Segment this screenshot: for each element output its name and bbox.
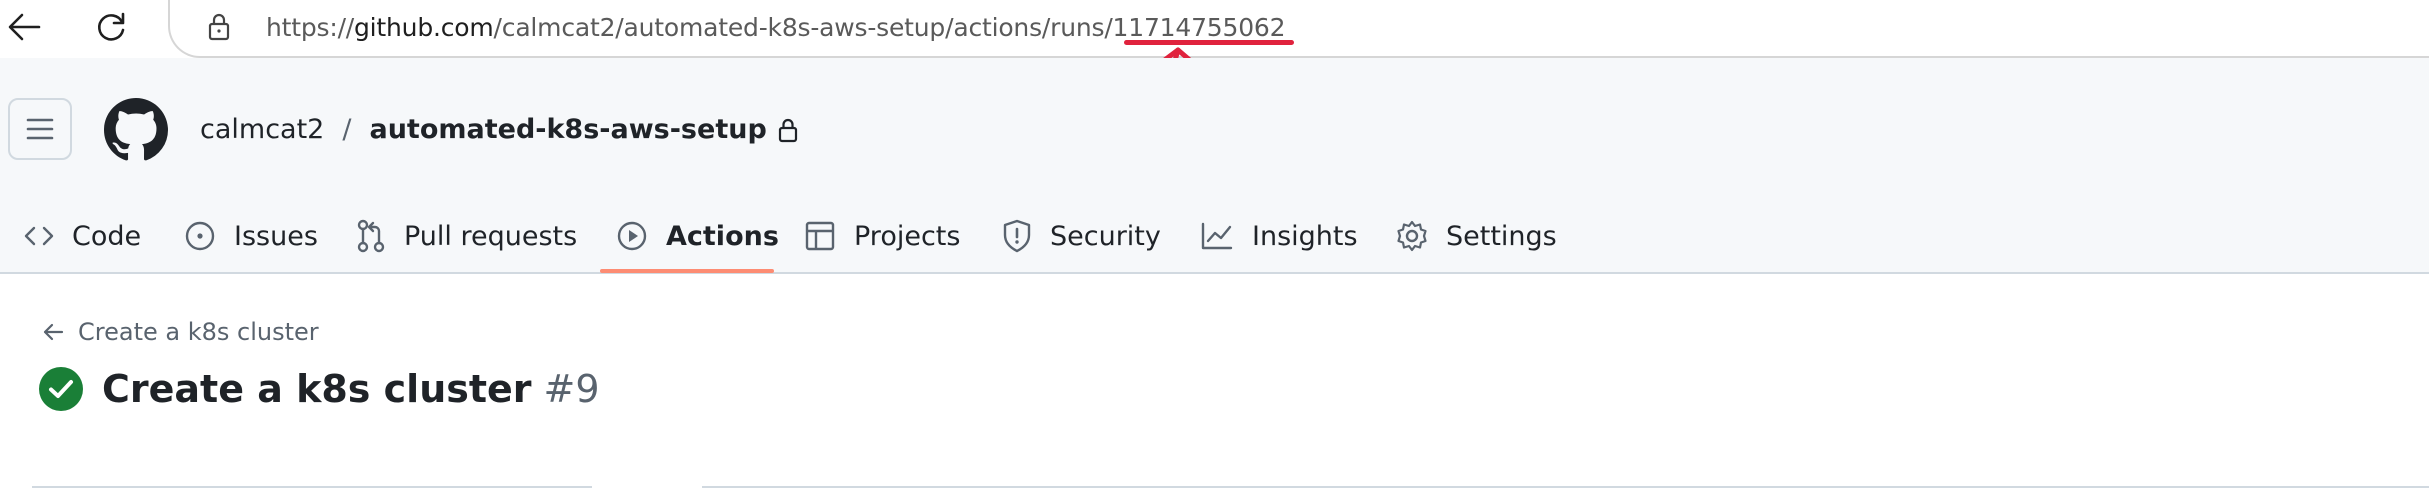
github-logo-icon[interactable]	[104, 98, 168, 162]
run-number: #9	[543, 367, 600, 411]
repo-breadcrumb: calmcat2 / automated-k8s-aws-setup	[200, 112, 799, 148]
url-run-id: 11714755062	[1112, 13, 1286, 42]
check-circle-fill-icon	[39, 367, 83, 411]
tab-pull-requests[interactable]: Pull requests	[356, 198, 577, 274]
run-title-text: Create a k8s cluster	[102, 367, 532, 411]
tab-projects[interactable]: Projects	[804, 198, 960, 274]
repo-nav-tabs: Code Issues Pull requests Actions Projec…	[0, 198, 2429, 274]
back-button[interactable]	[2, 5, 46, 49]
run-title: Create a k8s cluster #9	[38, 366, 600, 412]
table-icon	[805, 221, 835, 251]
tab-insights[interactable]: Insights	[1200, 198, 1358, 274]
shield-icon	[1003, 219, 1031, 253]
tab-code[interactable]: Code	[24, 198, 141, 274]
tab-label: Code	[72, 220, 142, 252]
tab-settings[interactable]: Settings	[1396, 198, 1557, 274]
reload-button[interactable]	[90, 5, 134, 49]
tab-label: Projects	[854, 220, 961, 252]
reload-icon	[98, 12, 125, 41]
private-lock-icon	[778, 118, 797, 143]
url-host: github.com	[354, 13, 494, 42]
tab-issues[interactable]: Issues	[184, 198, 318, 274]
tab-label: Settings	[1446, 220, 1557, 252]
tab-label: Insights	[1252, 220, 1358, 252]
back-to-workflow-link[interactable]: Create a k8s cluster	[42, 318, 319, 346]
code-icon	[24, 226, 54, 246]
tab-label: Issues	[234, 220, 318, 252]
browser-toolbar: https://github.com/calmcat2/automated-k8…	[0, 0, 2429, 95]
tab-label: Security	[1050, 220, 1161, 252]
git-pull-request-icon	[357, 219, 385, 253]
tab-label: Pull requests	[404, 220, 578, 252]
sidebar-divider	[32, 486, 592, 488]
tab-actions[interactable]: Actions	[616, 198, 779, 274]
url-prefix: https://	[266, 13, 355, 42]
issue-opened-icon	[185, 221, 215, 251]
tab-label: Actions	[666, 220, 779, 252]
tab-security[interactable]: Security	[1002, 198, 1161, 274]
arrow-left-icon	[43, 323, 64, 341]
back-link-label: Create a k8s cluster	[78, 318, 319, 346]
site-info-lock-icon[interactable]	[204, 12, 234, 42]
content-divider	[702, 486, 2429, 488]
gear-icon	[1397, 220, 1427, 252]
url-path: /calmcat2/automated-k8s-aws-setup/action…	[493, 13, 1113, 42]
arrow-left-icon	[8, 13, 41, 41]
repo-header: calmcat2 / automated-k8s-aws-setup Code …	[0, 58, 2429, 274]
repo-name-link[interactable]: automated-k8s-aws-setup	[369, 112, 766, 148]
repo-owner-link[interactable]: calmcat2	[200, 112, 324, 148]
graph-icon	[1201, 222, 1233, 250]
breadcrumb-separator: /	[342, 114, 352, 145]
global-menu-button[interactable]	[8, 98, 72, 160]
selected-tab-indicator	[600, 269, 774, 273]
hamburger-icon	[26, 118, 54, 140]
play-icon	[617, 221, 647, 251]
